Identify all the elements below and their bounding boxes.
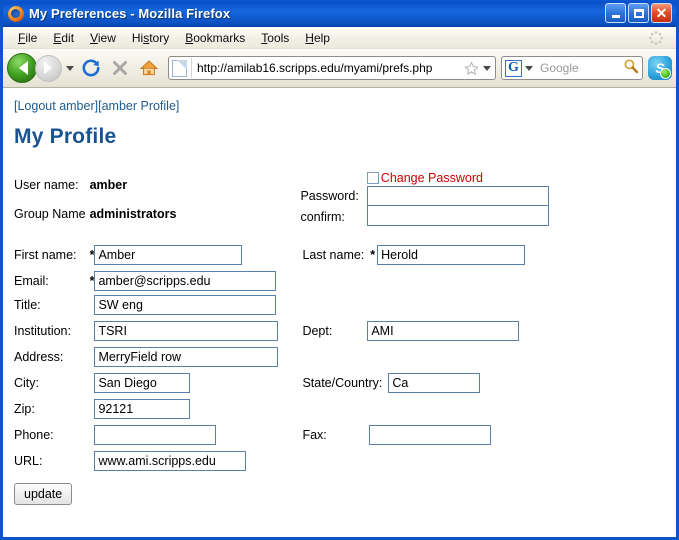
- group-value: administrators: [89, 206, 177, 221]
- institution-row: Institution: Dept:: [14, 317, 549, 345]
- city-label: City:: [14, 376, 39, 390]
- city-row: City: State/Country:: [14, 369, 549, 397]
- address-row: Address:: [14, 345, 549, 369]
- phone-label: Phone:: [14, 428, 54, 442]
- change-password-row[interactable]: Change Password: [366, 171, 549, 185]
- profile-form: User name: amber Change Password Passwor…: [14, 171, 549, 473]
- profile-link[interactable]: amber Profile: [102, 99, 176, 113]
- update-button[interactable]: update: [14, 483, 73, 505]
- magnifier-icon[interactable]: [623, 58, 639, 79]
- institution-input[interactable]: [94, 321, 279, 341]
- navigation-toolbar: http://amilab16.scripps.edu/myami/prefs.…: [3, 49, 676, 88]
- fax-input[interactable]: [368, 425, 491, 445]
- url-dropdown-icon[interactable]: [480, 62, 493, 75]
- home-icon[interactable]: [135, 54, 163, 82]
- maximize-icon: [633, 8, 644, 18]
- search-input[interactable]: Google: [535, 61, 623, 75]
- window-controls: ✕: [605, 3, 672, 23]
- url-bar[interactable]: http://amilab16.scripps.edu/myami/prefs.…: [168, 56, 496, 80]
- username-value: amber: [89, 178, 128, 193]
- menu-bar: File Edit View History Bookmarks Tools H…: [3, 27, 676, 49]
- skype-icon[interactable]: S: [648, 56, 672, 80]
- links-suffix: ]: [175, 99, 180, 113]
- first-name-label: First name:: [14, 248, 77, 262]
- password-label: Password:: [300, 189, 359, 203]
- name-row: First name: * Last name: *: [14, 241, 549, 269]
- reload-icon[interactable]: [77, 54, 105, 82]
- city-input[interactable]: [94, 373, 191, 393]
- menu-bookmarks[interactable]: Bookmarks: [177, 30, 253, 46]
- address-label: Address:: [14, 350, 64, 364]
- minimize-icon: [611, 15, 620, 18]
- back-arrow-icon[interactable]: [7, 53, 37, 83]
- firefox-logo-icon: [8, 5, 24, 22]
- address-input[interactable]: [94, 347, 279, 367]
- last-name-input[interactable]: [377, 245, 526, 265]
- logout-link[interactable]: Logout amber: [17, 99, 94, 113]
- close-icon: ✕: [655, 5, 668, 21]
- last-name-required: *: [370, 248, 376, 262]
- institution-label: Institution:: [14, 324, 71, 338]
- zip-row: Zip:: [14, 397, 549, 421]
- minimize-button[interactable]: [605, 3, 626, 23]
- title-label: Title:: [14, 298, 41, 312]
- menu-history[interactable]: History: [124, 30, 177, 46]
- page-title: My Profile: [14, 125, 117, 148]
- state-country-label: State/Country:: [302, 376, 383, 390]
- zip-input[interactable]: [94, 399, 191, 419]
- dept-input[interactable]: [367, 321, 520, 341]
- search-box[interactable]: G Google: [501, 56, 643, 80]
- phone-row: Phone: Fax:: [14, 421, 549, 449]
- url-label: URL:: [14, 454, 43, 468]
- forward-arrow-icon: [35, 54, 62, 82]
- close-button[interactable]: ✕: [651, 3, 672, 23]
- password-input[interactable]: [366, 186, 549, 206]
- group-label: Group Name: [14, 206, 86, 221]
- browser-window: My Preferences - Mozilla Firefox ✕ File …: [0, 0, 679, 540]
- confirm-label: confirm:: [300, 210, 345, 224]
- google-icon: G: [505, 59, 522, 77]
- title-bar: My Preferences - Mozilla Firefox ✕: [3, 0, 676, 27]
- last-name-label: Last name:: [302, 248, 365, 262]
- title-row: Title:: [14, 293, 549, 317]
- chevron-down-icon[interactable]: [63, 62, 76, 75]
- change-password-checkbox[interactable]: [366, 172, 379, 184]
- star-icon[interactable]: [463, 61, 480, 76]
- search-engine-dropdown-icon[interactable]: [522, 62, 535, 75]
- menu-file[interactable]: File: [10, 30, 45, 46]
- menu-tools[interactable]: Tools: [253, 30, 297, 46]
- change-password-label: Change Password: [380, 171, 483, 185]
- links-middle: ][: [94, 99, 102, 113]
- page-icon: [172, 59, 187, 77]
- fax-label: Fax:: [302, 428, 327, 442]
- window-title: My Preferences - Mozilla Firefox: [29, 6, 231, 21]
- email-label: Email:: [14, 274, 49, 288]
- top-links: [Logout amber][amber Profile]: [14, 99, 676, 113]
- dept-label: Dept:: [302, 324, 333, 338]
- username-label: User name:: [14, 178, 79, 193]
- password-fields: [366, 186, 549, 226]
- menu-help[interactable]: Help: [297, 30, 338, 46]
- menu-edit[interactable]: Edit: [45, 30, 82, 46]
- state-country-input[interactable]: [388, 373, 481, 393]
- throbber-idle-icon: [648, 30, 664, 46]
- page-content: [Logout amber][amber Profile] My Profile…: [3, 88, 676, 537]
- email-row: Email: *: [14, 269, 549, 293]
- url-row: URL:: [14, 449, 549, 473]
- maximize-button[interactable]: [628, 3, 649, 23]
- confirm-password-input[interactable]: [366, 206, 549, 226]
- title-input[interactable]: [94, 295, 277, 315]
- stop-icon: [106, 54, 134, 82]
- phone-input[interactable]: [94, 425, 217, 445]
- first-name-input[interactable]: [94, 245, 243, 265]
- url-input-field[interactable]: [94, 451, 247, 471]
- menu-view[interactable]: View: [82, 30, 124, 46]
- email-input[interactable]: [94, 271, 277, 291]
- zip-label: Zip:: [14, 402, 35, 416]
- url-input[interactable]: http://amilab16.scripps.edu/myami/prefs.…: [197, 61, 463, 75]
- account-password-row: User name: amber Change Password Passwor…: [14, 171, 549, 226]
